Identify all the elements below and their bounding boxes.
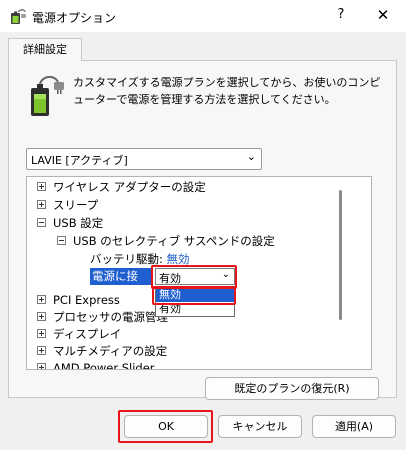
- tree-item-label: PCI Express: [53, 293, 120, 307]
- tree-item-label: AMD Power Slider: [53, 361, 155, 370]
- expand-icon[interactable]: [37, 182, 46, 191]
- collapse-icon[interactable]: [37, 218, 46, 227]
- tree-item-label: マルチメディアの設定: [53, 344, 168, 358]
- tree-item-label: バッテリ駆動:: [90, 252, 163, 266]
- expand-icon[interactable]: [37, 200, 46, 209]
- expand-icon[interactable]: [37, 312, 46, 321]
- help-button[interactable]: ?: [330, 4, 352, 26]
- power-plan-value: LAVIE [アクティブ]: [31, 154, 128, 167]
- tree-item-display[interactable]: ディスプレイ: [37, 325, 121, 343]
- restore-defaults-button[interactable]: 既定のプランの復元(R): [205, 377, 379, 400]
- tree-item-wireless[interactable]: ワイヤレス アダプターの設定: [37, 178, 206, 196]
- tree-item-processor-power[interactable]: プロセッサの電源管理: [37, 308, 168, 326]
- window-title: 電源オプション: [32, 11, 117, 25]
- tree-item-multimedia[interactable]: マルチメディアの設定: [37, 342, 167, 360]
- tree-item-label: USB のセレクティブ サスペンドの設定: [73, 234, 275, 248]
- tree-item-usb[interactable]: USB 設定: [37, 214, 103, 232]
- callout-box: [118, 410, 213, 443]
- power-plan-select[interactable]: LAVIE [アクティブ] ⌄: [26, 148, 262, 170]
- apply-button[interactable]: 適用(A): [312, 415, 396, 438]
- description-text: カスタマイズする電源プランを選択してから、お使いのコンピューターで電源を管理する…: [73, 76, 381, 106]
- expand-icon[interactable]: [37, 295, 46, 304]
- callout-box: [152, 286, 236, 305]
- close-button[interactable]: ✕: [370, 4, 396, 26]
- tree-scrollbar[interactable]: [339, 190, 342, 320]
- power-options-icon: [11, 9, 26, 24]
- battery-plug-icon: [31, 76, 64, 116]
- tree-item-amd-power-slider[interactable]: AMD Power Slider: [37, 359, 155, 370]
- tree-item-label: スリープ: [53, 198, 99, 212]
- collapse-icon[interactable]: [57, 236, 66, 245]
- plugged-in-label[interactable]: 電源に接続:: [90, 268, 151, 300]
- on-battery-value-link[interactable]: 無効: [167, 252, 190, 266]
- tree-item-sleep[interactable]: スリープ: [37, 196, 98, 214]
- tree-item-label: プロセッサの電源管理: [53, 310, 168, 324]
- tree-item-label: ワイヤレス アダプターの設定: [53, 180, 206, 194]
- chevron-down-icon: ⌄: [246, 150, 256, 163]
- cancel-button[interactable]: キャンセル: [218, 415, 302, 438]
- tab-advanced-settings[interactable]: 詳細設定: [8, 38, 82, 61]
- tree-item-label: USB 設定: [53, 216, 104, 230]
- tree-item-usb-selective-suspend[interactable]: USB のセレクティブ サスペンドの設定: [57, 232, 275, 250]
- expand-icon[interactable]: [37, 329, 46, 338]
- expand-icon[interactable]: [37, 363, 46, 369]
- tree-item-pci-express[interactable]: PCI Express: [37, 291, 120, 309]
- expand-icon[interactable]: [37, 346, 46, 355]
- tree-item-label: ディスプレイ: [53, 327, 122, 341]
